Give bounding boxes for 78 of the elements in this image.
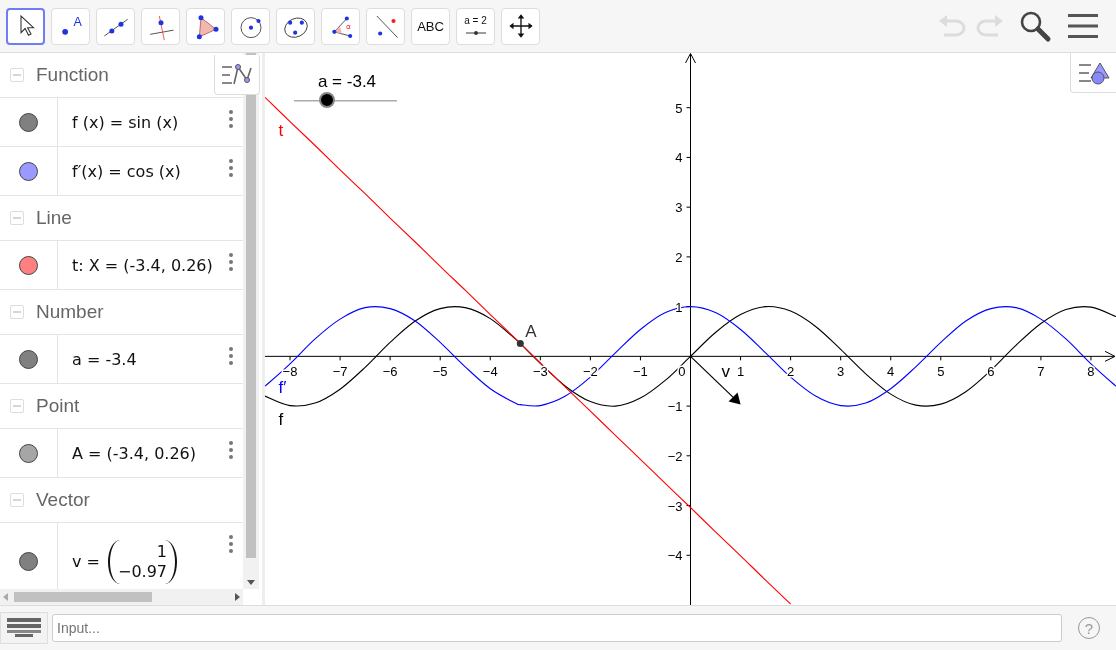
algebra-expression[interactable]: f′(x) = cos (x) [72, 161, 181, 181]
curve-label: f′ [278, 377, 287, 397]
visibility-dot[interactable] [19, 349, 38, 369]
vector-label: v [721, 362, 731, 382]
algebra-expression[interactable]: A = (-3.4, 0.26) [72, 443, 197, 463]
more-icon[interactable] [229, 441, 233, 459]
tick-label: 1 [736, 364, 745, 380]
visibility-dot[interactable] [19, 255, 38, 275]
collapse-toggle[interactable] [10, 493, 24, 507]
tick-label: 7 [1037, 364, 1045, 380]
visibility-dot[interactable] [19, 552, 38, 571]
tick-label: 3 [675, 200, 683, 216]
algebra-expression[interactable]: a = -3.4 [72, 349, 137, 369]
tick-label: −3 [532, 364, 548, 380]
tick-label: 5 [937, 364, 945, 380]
visibility-dot[interactable] [19, 161, 38, 181]
tick-label: −4 [667, 548, 683, 564]
keyboard-icon [7, 618, 41, 638]
menu-icon[interactable] [1068, 13, 1098, 39]
more-icon[interactable] [229, 535, 233, 553]
curve-label: f [278, 409, 284, 429]
minus-icon [13, 402, 21, 410]
point-label: A [525, 322, 537, 342]
tick-label: −2 [582, 364, 598, 380]
algebra-expression[interactable]: t: X = (-3.4, 0.26) [72, 255, 213, 275]
minus-icon [13, 71, 21, 79]
tick-label: 2 [675, 249, 683, 265]
minus-icon [13, 308, 21, 316]
group-header: Point [36, 395, 80, 417]
tick-label: −4 [482, 364, 498, 380]
tick-label: −8 [282, 364, 298, 380]
minus-icon [13, 214, 21, 222]
point[interactable] [516, 339, 524, 347]
tick-label: −5 [432, 364, 448, 380]
more-icon[interactable] [229, 159, 233, 177]
slider-tool-button[interactable]: a = 2 [456, 7, 495, 45]
algebra-expression[interactable]: f (x) = sin (x) [72, 112, 179, 132]
tick-label: 3 [837, 364, 845, 380]
tick-label: −3 [667, 498, 683, 514]
more-icon[interactable] [229, 110, 233, 128]
text-tool-button[interactable]: ABC [411, 7, 450, 45]
vector-name: v = [72, 552, 100, 571]
style-bar-button[interactable] [214, 55, 260, 95]
slider-thumb[interactable] [319, 92, 336, 108]
search-icon[interactable] [1018, 9, 1052, 43]
input-field[interactable]: Input... [52, 614, 1062, 642]
group-header: Line [36, 207, 72, 229]
tick-label: 5 [675, 100, 683, 116]
scrollbar[interactable] [0, 589, 243, 605]
tick-label: −1 [633, 364, 648, 380]
tick-label: −1 [667, 399, 683, 415]
more-icon[interactable] [229, 347, 233, 365]
keyboard-button[interactable] [0, 612, 48, 644]
vector-matrix: 1 −0.97 [107, 539, 177, 584]
tick-label: 4 [887, 364, 895, 380]
style-bar-button[interactable] [1070, 53, 1116, 93]
collapse-toggle[interactable] [10, 211, 24, 225]
group-header: Vector [36, 489, 90, 511]
tick-label: 4 [675, 150, 683, 166]
tick-label: −6 [382, 364, 398, 380]
collapse-toggle[interactable] [10, 68, 24, 82]
tick-label: −2 [667, 448, 683, 464]
group-header: Number [36, 301, 104, 323]
collapse-toggle[interactable] [10, 305, 24, 319]
tick-label: −7 [332, 364, 348, 380]
tick-label: 8 [1087, 364, 1095, 380]
minus-icon [13, 496, 21, 504]
group-header: Function [36, 64, 109, 86]
curve-label: t [278, 121, 284, 141]
tool-button[interactable] [6, 7, 45, 45]
scrollbar[interactable] [243, 53, 259, 589]
slider-label: a = -3.4 [317, 72, 377, 91]
tick-label: 2 [787, 364, 795, 380]
more-icon[interactable] [229, 253, 233, 271]
tick-label: 0 [678, 364, 686, 380]
visibility-dot[interactable] [19, 112, 38, 132]
visibility-dot[interactable] [19, 443, 38, 463]
collapse-toggle[interactable] [10, 399, 24, 413]
